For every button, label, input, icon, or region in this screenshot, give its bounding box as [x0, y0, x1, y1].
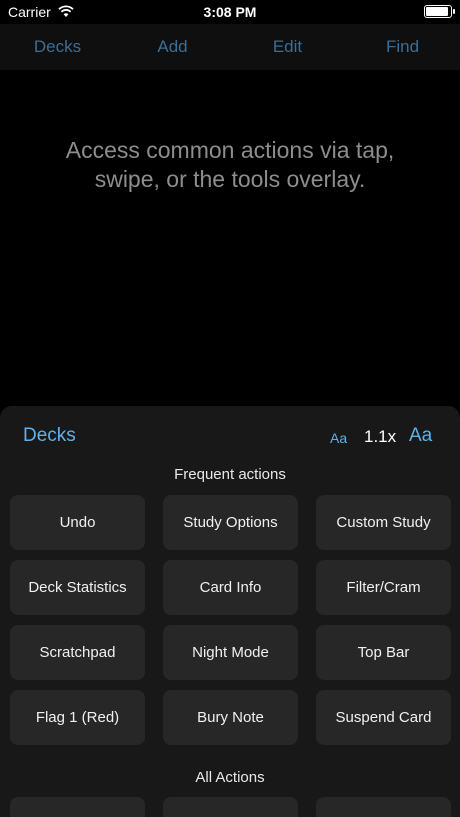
deck-statistics-button[interactable]: Deck Statistics: [10, 560, 145, 615]
card-info-button[interactable]: Card Info: [163, 560, 298, 615]
overlay-header: Decks Aa 1.1x Aa: [0, 424, 460, 452]
all-actions-grid: [10, 797, 451, 817]
all-action-button[interactable]: [163, 797, 298, 817]
decks-button[interactable]: Decks: [0, 37, 115, 57]
top-bar-button[interactable]: Top Bar: [316, 625, 451, 680]
undo-button[interactable]: Undo: [10, 495, 145, 550]
night-mode-button[interactable]: Night Mode: [163, 625, 298, 680]
edit-button[interactable]: Edit: [230, 37, 345, 57]
find-button[interactable]: Find: [345, 37, 460, 57]
all-actions-heading: All Actions: [195, 769, 265, 786]
study-options-button[interactable]: Study Options: [163, 495, 298, 550]
card-content[interactable]: Access common actions via tap, swipe, or…: [40, 136, 420, 194]
tools-overlay: Decks Aa 1.1x Aa Frequent actions Undo S…: [0, 406, 460, 817]
suspend-card-button[interactable]: Suspend Card: [316, 690, 451, 745]
add-button[interactable]: Add: [115, 37, 230, 57]
status-bar: Carrier 3:08 PM: [0, 0, 460, 24]
top-toolbar: Decks Add Edit Find: [0, 24, 460, 70]
scratchpad-button[interactable]: Scratchpad: [10, 625, 145, 680]
zoom-level: 1.1x: [364, 427, 397, 446]
all-action-button[interactable]: [316, 797, 451, 817]
increase-font-button[interactable]: Aa: [409, 425, 432, 447]
clock: 3:08 PM: [203, 4, 257, 20]
bury-note-button[interactable]: Bury Note: [163, 690, 298, 745]
decrease-font-button[interactable]: Aa: [330, 430, 347, 446]
custom-study-button[interactable]: Custom Study: [316, 495, 451, 550]
frequent-actions-grid: Undo Study Options Custom Study Deck Sta…: [10, 495, 451, 745]
battery-icon: [424, 5, 455, 18]
all-action-button[interactable]: [10, 797, 145, 817]
frequent-actions-heading: Frequent actions: [174, 466, 286, 483]
flag-red-button[interactable]: Flag 1 (Red): [10, 690, 145, 745]
decks-link[interactable]: Decks: [23, 425, 76, 447]
filter-cram-button[interactable]: Filter/Cram: [316, 560, 451, 615]
